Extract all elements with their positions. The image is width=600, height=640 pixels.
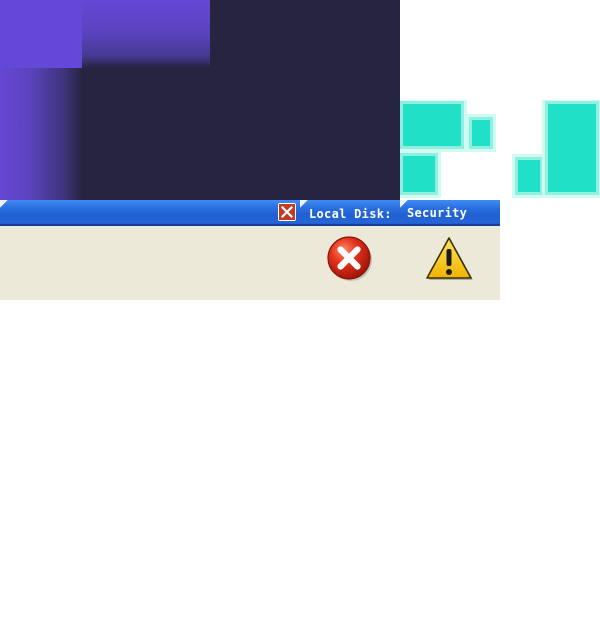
cyan-block xyxy=(518,160,540,192)
close-icon xyxy=(279,204,295,220)
cyan-block xyxy=(403,156,435,192)
close-button[interactable] xyxy=(278,203,296,221)
error-icon xyxy=(327,236,372,281)
tab-local-disk[interactable]: Local Disk: xyxy=(309,206,392,222)
desktop-screen: Local Disk: Security xyxy=(0,0,600,640)
title-bar[interactable]: Local Disk: Security xyxy=(0,200,500,226)
warning-icon xyxy=(426,237,473,280)
title-bar-corner xyxy=(0,200,8,208)
wallpaper-corner xyxy=(0,0,82,68)
desktop-wallpaper-block xyxy=(0,0,400,200)
cyan-block xyxy=(403,104,461,146)
tab-corner xyxy=(300,200,308,208)
cyan-block xyxy=(472,120,490,146)
dialog-body xyxy=(0,226,500,300)
cyan-pixel-art xyxy=(400,100,600,200)
dialog-window: Local Disk: Security xyxy=(0,200,500,300)
tab-security[interactable]: Security xyxy=(407,205,467,221)
cyan-block xyxy=(548,104,596,192)
